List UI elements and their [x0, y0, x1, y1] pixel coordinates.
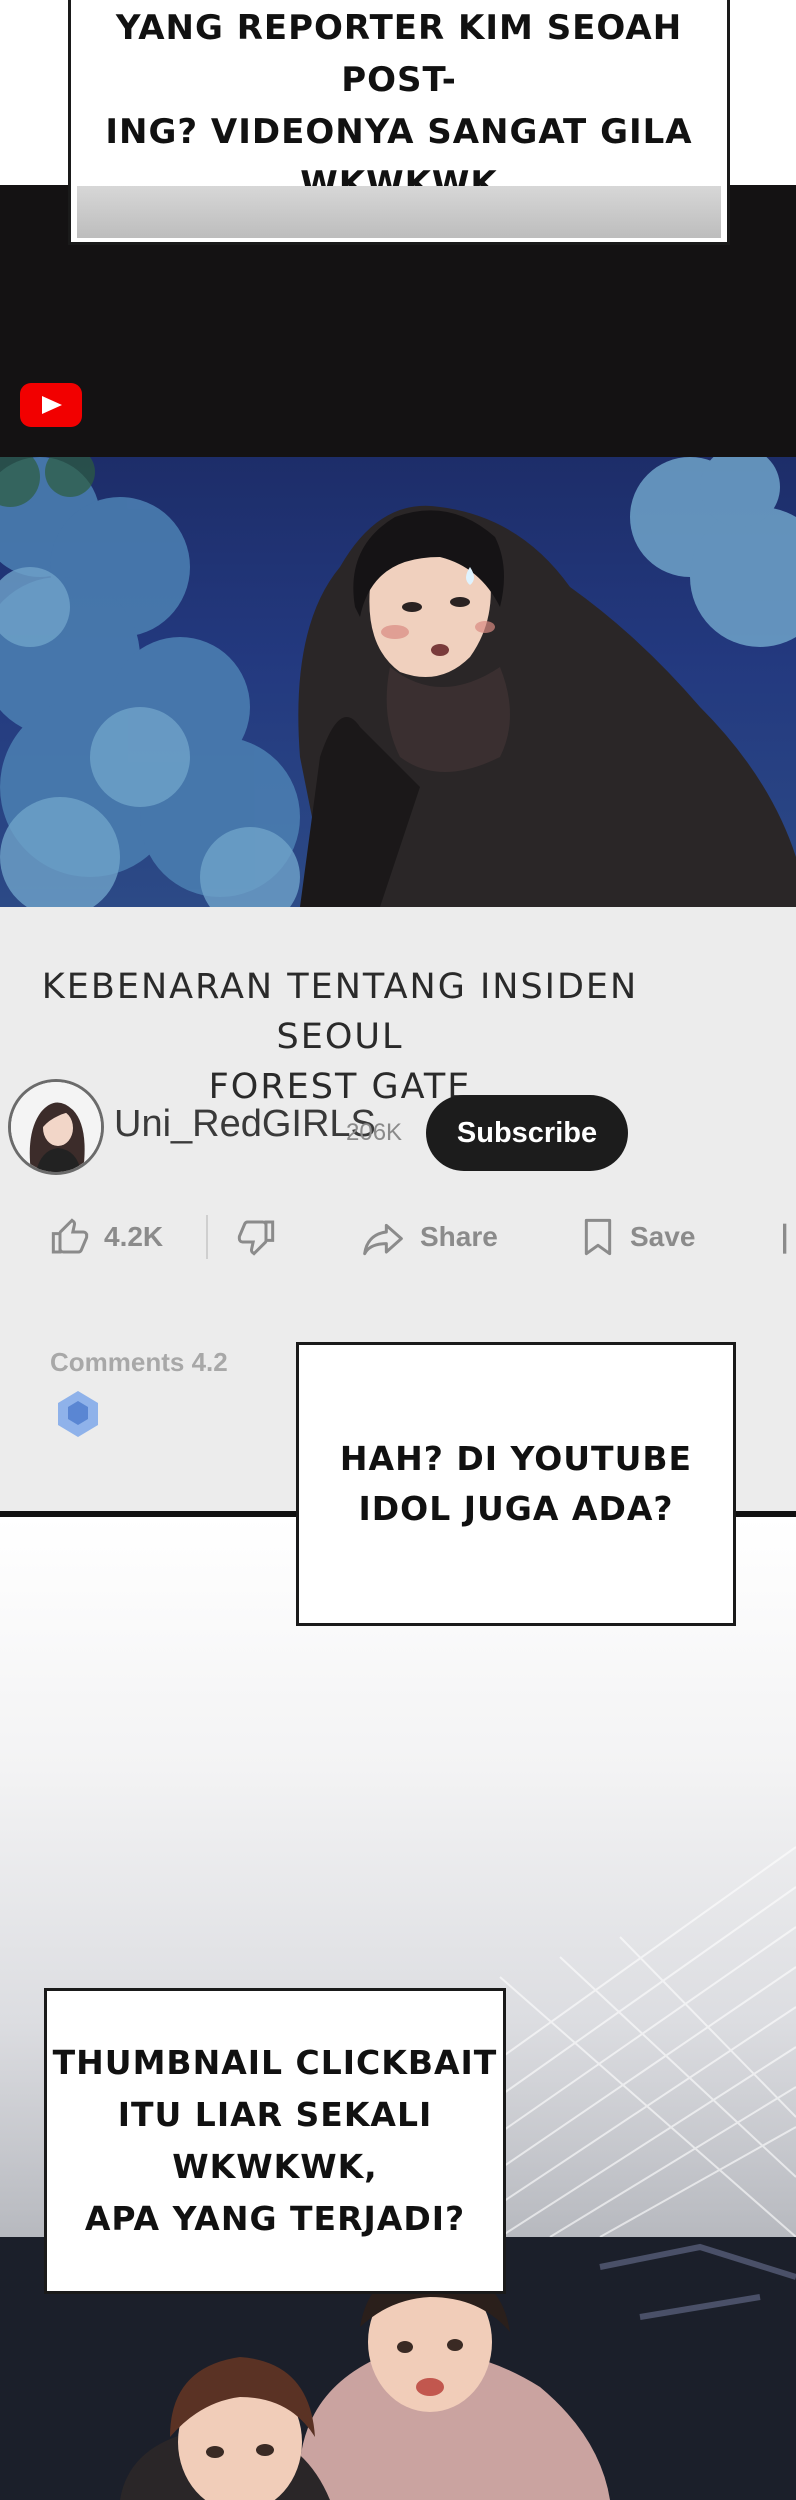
video-thumbnail[interactable] — [0, 457, 796, 907]
share-label: Share — [420, 1221, 498, 1252]
comment-user-avatar-icon — [52, 1387, 104, 1443]
subscribe-button[interactable]: Subscribe — [426, 1095, 628, 1171]
caption-text-bottom: THUMBNAIL CLICKBAIT ITU LIAR SEKALI WKWK… — [52, 2043, 498, 2238]
caption-text-top: YANG REPORTER KIM SEOAH POST- ING? VIDEO… — [105, 8, 693, 204]
comments-label[interactable]: Comments 4.2 — [50, 1347, 228, 1378]
dislike-button[interactable] — [236, 1207, 290, 1267]
caption-text-middle: HAH? DI YOUTUBE IDOL JUGA ADA? — [339, 1439, 693, 1528]
share-icon — [363, 1223, 403, 1256]
video-title[interactable]: KEBENARAN TENTANG INSIDEN SEOUL FOREST G… — [0, 962, 680, 1112]
channel-name[interactable]: Uni_RedGIRLS — [114, 1103, 376, 1146]
caption-box-middle: HAH? DI YOUTUBE IDOL JUGA ADA? — [296, 1342, 736, 1626]
dislike-icon — [237, 1220, 275, 1256]
video-progress-strip — [77, 186, 721, 238]
thumbnail-illustration — [0, 457, 796, 907]
more-icon — [783, 1223, 787, 1254]
channel-avatar[interactable] — [8, 1079, 104, 1175]
save-button[interactable]: Save — [580, 1207, 695, 1267]
caption-box-top: YANG REPORTER KIM SEOAH POST- ING? VIDEO… — [68, 0, 730, 245]
avatar-illustration — [11, 1082, 101, 1172]
like-button[interactable]: 4.2K — [50, 1207, 163, 1267]
caption-box-bottom: THUMBNAIL CLICKBAIT ITU LIAR SEKALI WKWK… — [44, 1988, 506, 2294]
subscriber-count: 206K — [346, 1119, 403, 1146]
like-icon — [51, 1218, 89, 1254]
like-dislike-divider — [206, 1215, 208, 1259]
save-label: Save — [630, 1221, 696, 1252]
more-button[interactable] — [780, 1207, 796, 1267]
like-count: 4.2K — [104, 1221, 164, 1252]
save-icon — [584, 1218, 612, 1256]
youtube-logo-icon — [20, 383, 82, 427]
share-button[interactable]: Share — [360, 1207, 498, 1267]
